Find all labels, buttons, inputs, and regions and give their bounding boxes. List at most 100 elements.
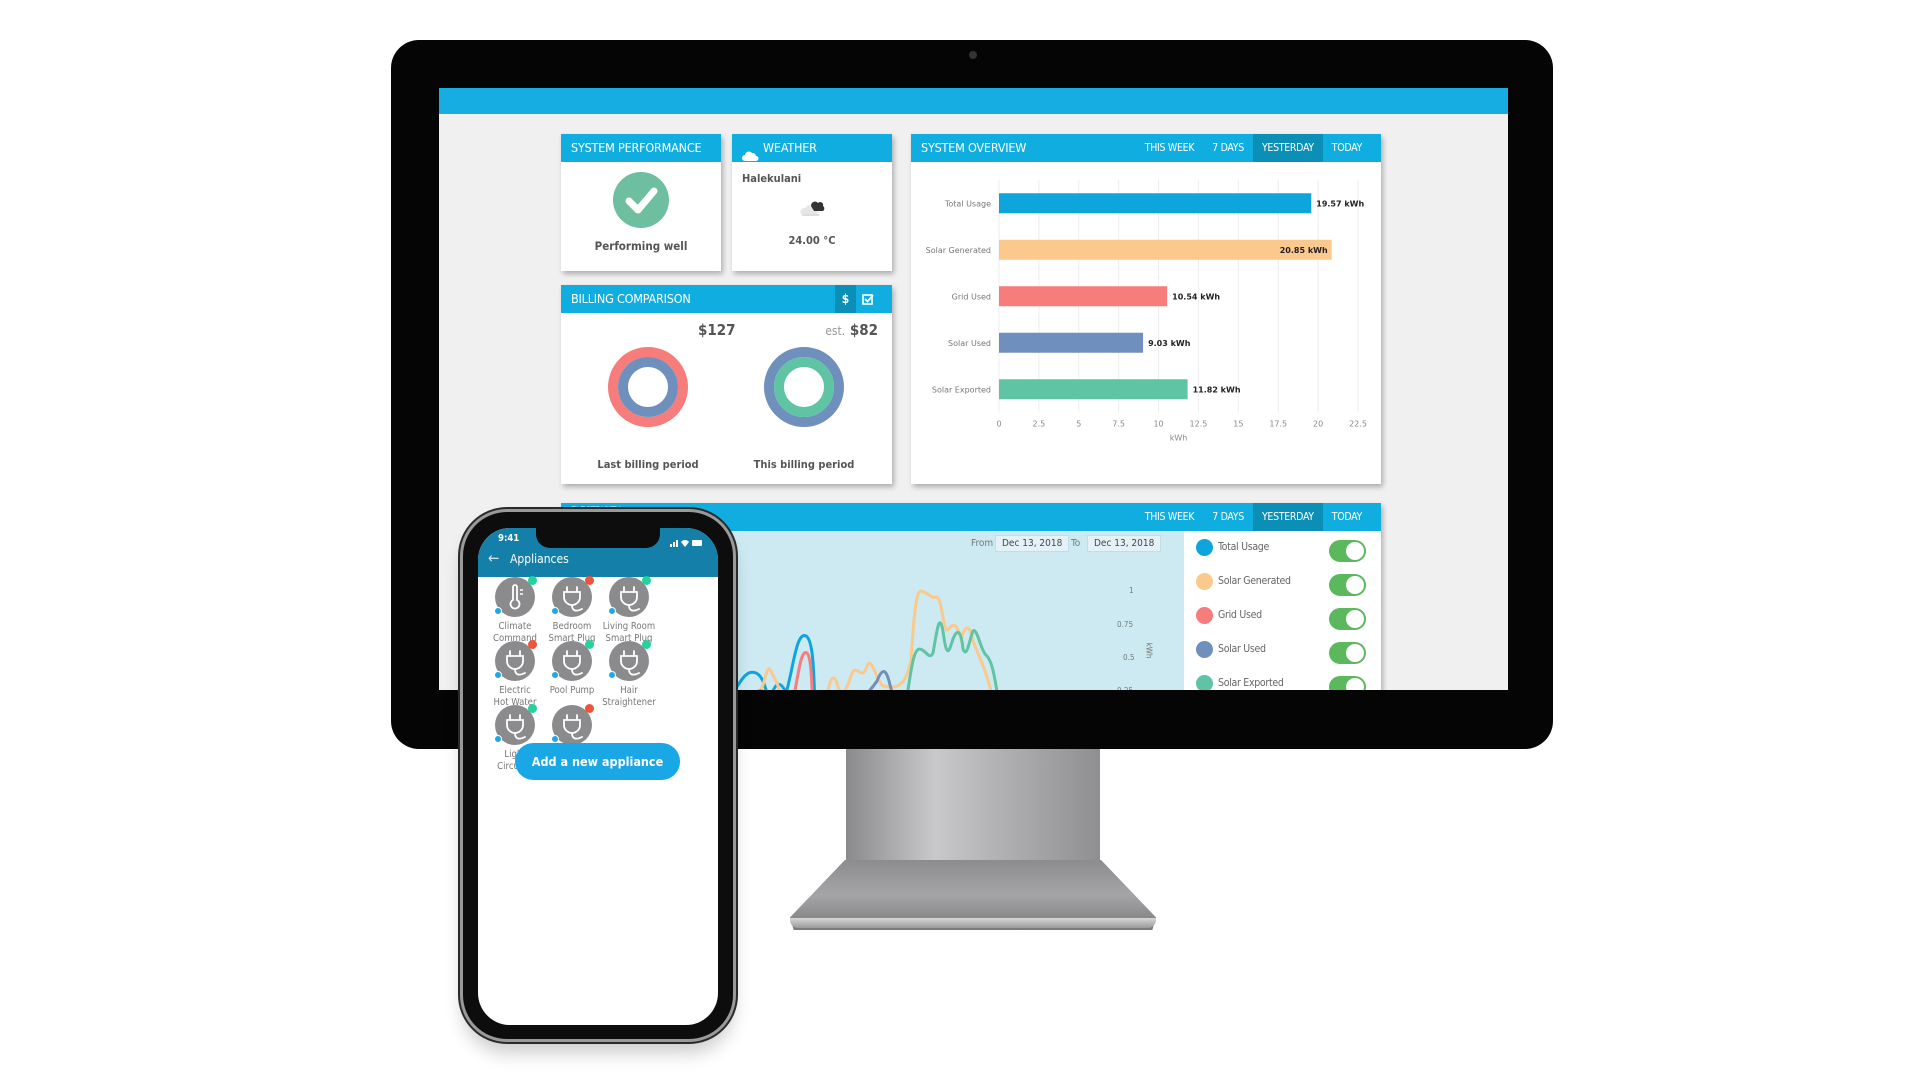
add-appliance-button[interactable]: Add a new appliance xyxy=(515,743,680,780)
appliance-item[interactable]: Hair Straightener xyxy=(594,640,664,709)
bar-solar-used xyxy=(999,332,1144,353)
bar-value-label: 9.03 kWh xyxy=(1148,339,1191,348)
last-period-donut xyxy=(608,347,688,427)
x-tick-label: 12.5 xyxy=(1190,420,1208,429)
thermometer-icon xyxy=(494,576,537,617)
partly-cloudy-icon xyxy=(799,200,827,220)
category-label: Grid Used xyxy=(952,292,991,301)
cloud-icon xyxy=(742,143,759,161)
sync-icon xyxy=(494,735,502,743)
electricity-legend: Total Usage Solar Generated Grid Used So… xyxy=(1184,531,1381,690)
smartphone: 9:41 ← Appliances Climate Command Bedroom S… xyxy=(463,512,733,1039)
appliance-item[interactable]: Living Room Smart Plug xyxy=(594,576,664,645)
line-total-usage xyxy=(733,634,816,690)
x-tick-label: 2.5 xyxy=(1033,420,1046,429)
legend-label-total-usage: Total Usage xyxy=(1218,541,1270,553)
status-dot xyxy=(585,640,594,649)
legend-dot-solar-generated xyxy=(1196,573,1213,590)
status-dot xyxy=(585,704,594,713)
sync-icon xyxy=(551,607,559,615)
monitor-stand-edge xyxy=(790,918,1156,928)
category-label: Solar Used xyxy=(948,339,991,348)
weather-title: WEATHER xyxy=(763,140,817,155)
status-dot xyxy=(528,640,537,649)
system-overview-card: SYSTEM OVERVIEW THIS WEEK 7 DAYS YESTERD… xyxy=(911,134,1381,484)
plug-icon xyxy=(608,640,651,681)
system-performance-title: SYSTEM PERFORMANCE xyxy=(561,134,721,162)
weather-location: Halekulani xyxy=(742,172,802,185)
plug-icon xyxy=(608,576,651,617)
plug-icon xyxy=(494,640,537,681)
status-dot xyxy=(642,640,651,649)
overview-tab-this-week[interactable]: THIS WEEK xyxy=(1136,134,1203,162)
bar-value-label: 11.82 kWh xyxy=(1193,385,1241,394)
toggle-total-usage[interactable] xyxy=(1329,540,1366,562)
electricity-tab-7-days[interactable]: 7 DAYS xyxy=(1203,503,1253,531)
x-tick-label: 5 xyxy=(1076,420,1081,429)
phone-app-header: 9:41 ← Appliances xyxy=(478,528,718,577)
toggle-grid-used[interactable] xyxy=(1329,608,1366,630)
phone-page-title: Appliances xyxy=(510,552,569,566)
current-period-donut xyxy=(764,347,844,427)
system-overview-title: SYSTEM OVERVIEW xyxy=(921,140,1027,155)
x-tick-label: 20 xyxy=(1313,420,1323,429)
checkbox-icon[interactable] xyxy=(856,285,880,313)
bar-value-label: 20.85 kWh xyxy=(1280,246,1328,255)
sync-icon xyxy=(551,735,559,743)
legend-label-solar-exported: Solar Exported xyxy=(1218,677,1284,689)
line-solar-generated xyxy=(756,589,993,690)
overview-tab-7-days[interactable]: 7 DAYS xyxy=(1203,134,1253,162)
bar-value-label: 19.57 kWh xyxy=(1316,199,1364,208)
status-time: 9:41 xyxy=(498,533,520,544)
back-arrow-icon[interactable]: ← xyxy=(488,549,499,567)
webcam xyxy=(969,51,977,59)
toggle-solar-exported[interactable] xyxy=(1329,676,1366,690)
sync-icon xyxy=(551,671,559,679)
overview-tab-yesterday[interactable]: YESTERDAY xyxy=(1252,134,1323,162)
billing-title: BILLING COMPARISON xyxy=(571,291,691,306)
billing-dollar-toggle[interactable]: $ xyxy=(834,285,856,313)
status-dot xyxy=(585,576,594,585)
x-tick-label: 17.5 xyxy=(1269,420,1287,429)
weather-card: WEATHER Halekulani 24.00 °C xyxy=(732,134,892,271)
overview-tab-today[interactable]: TODAY xyxy=(1323,134,1371,162)
sync-icon xyxy=(608,671,616,679)
status-dot xyxy=(528,576,537,585)
system-performance-card: SYSTEM PERFORMANCE Performing well xyxy=(561,134,721,271)
estimate-prefix: est. xyxy=(825,324,846,338)
last-period-amount: $127 xyxy=(698,321,736,339)
current-period-label: This billing period xyxy=(753,458,855,471)
category-label: Solar Exported xyxy=(932,385,991,394)
last-period-label: Last billing period xyxy=(597,458,699,471)
current-period-amount: $82 xyxy=(849,321,878,339)
x-tick-label: 22.5 xyxy=(1349,420,1367,429)
performance-status: Performing well xyxy=(594,239,688,253)
x-tick-label: 10 xyxy=(1153,420,1163,429)
legend-label-grid-used: Grid Used xyxy=(1218,609,1262,621)
legend-dot-total-usage xyxy=(1196,539,1213,556)
electricity-tab-today[interactable]: TODAY xyxy=(1323,503,1371,531)
bar-value-label: 10.54 kWh xyxy=(1172,292,1220,301)
system-overview-bar-chart: 0 2.5 5 7.5 10 12.5 15 17.5 20 22.5 kWh Total Usage… xyxy=(926,180,1367,443)
plug-icon xyxy=(551,576,594,617)
signal-wifi-battery-icons xyxy=(670,533,704,552)
bar-grid-used xyxy=(999,286,1168,307)
sync-icon xyxy=(494,671,502,679)
x-tick-label: 7.5 xyxy=(1112,420,1125,429)
legend-label-solar-generated: Solar Generated xyxy=(1218,575,1291,587)
legend-dot-solar-exported xyxy=(1196,675,1213,690)
phone-notch xyxy=(536,528,660,548)
bar-solar-exported xyxy=(999,379,1188,400)
line-solar-exported xyxy=(906,621,999,690)
toggle-solar-generated[interactable] xyxy=(1329,574,1366,596)
electricity-tab-yesterday[interactable]: YESTERDAY xyxy=(1252,503,1323,531)
category-label: Total Usage xyxy=(944,199,991,208)
toggle-solar-used[interactable] xyxy=(1329,642,1366,664)
plug-icon xyxy=(551,704,594,745)
legend-label-solar-used: Solar Used xyxy=(1218,643,1266,655)
phone-screen: 9:41 ← Appliances Climate Command Bedroom S… xyxy=(478,528,718,1025)
sync-icon xyxy=(608,607,616,615)
billing-comparison-card: BILLING COMPARISON $ $127 est. $82 Last … xyxy=(561,285,892,484)
electricity-tab-this-week[interactable]: THIS WEEK xyxy=(1136,503,1203,531)
x-tick-label: 0 xyxy=(996,420,1001,429)
